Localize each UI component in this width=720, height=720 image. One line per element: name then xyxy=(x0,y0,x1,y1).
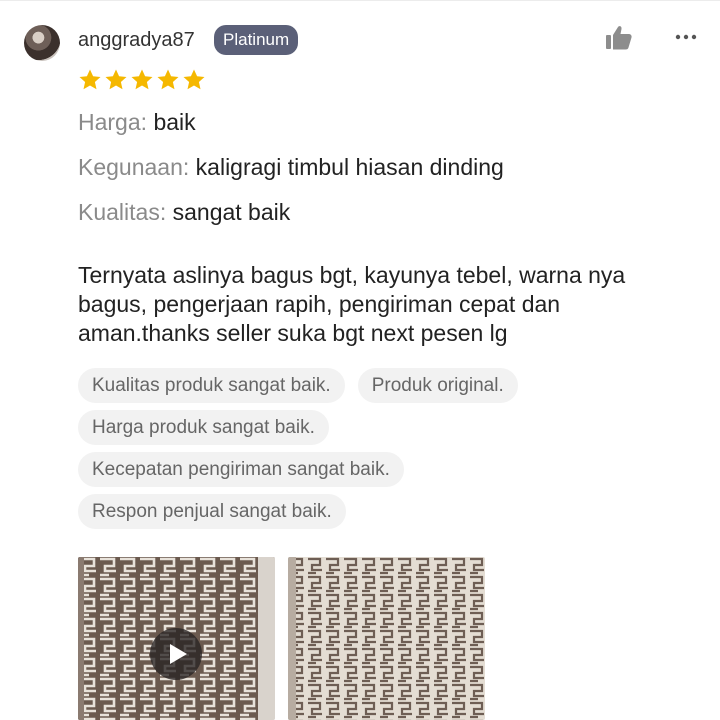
star-icon xyxy=(183,69,205,90)
more-dots-icon[interactable] xyxy=(673,24,699,50)
star-icon xyxy=(105,69,127,90)
star-icon xyxy=(79,69,101,90)
avatar[interactable] xyxy=(24,25,60,61)
attribute-label: Kualitas: xyxy=(78,199,167,225)
attribute-label: Harga: xyxy=(78,109,148,135)
top-divider xyxy=(0,0,720,1)
review-tag[interactable]: Respon penjual sangat baik. xyxy=(78,494,346,529)
review-tags: Kualitas produk sangat baik. Produk orig… xyxy=(78,368,638,536)
attribute-value: baik xyxy=(153,109,196,135)
review-tag[interactable]: Kualitas produk sangat baik. xyxy=(78,368,345,403)
star-icon xyxy=(157,69,179,90)
membership-badge: Platinum xyxy=(214,25,299,55)
play-icon[interactable] xyxy=(150,628,202,680)
review-tag[interactable]: Produk original. xyxy=(357,368,518,403)
attribute-value: kaligragi timbul hiasan dinding xyxy=(195,154,504,180)
attribute-label: Kegunaan: xyxy=(78,154,190,180)
review-text: Ternyata aslinya bagus bgt, kayunya tebe… xyxy=(78,262,626,346)
attribute-harga: Harga: baik xyxy=(78,108,196,136)
attribute-kegunaan: Kegunaan: kaligragi timbul hiasan dindin… xyxy=(78,153,504,181)
star-rating xyxy=(78,68,206,92)
star-icon xyxy=(131,69,153,90)
review-tag[interactable]: Kecepatan pengiriman sangat baik. xyxy=(78,452,404,487)
review-photo-thumbnail[interactable] xyxy=(288,557,485,720)
calligraphy-photo xyxy=(288,557,485,720)
review-video-thumbnail[interactable] xyxy=(78,557,275,720)
username[interactable]: anggradya87 xyxy=(78,28,195,52)
thumbs-up-icon[interactable] xyxy=(605,25,633,51)
attribute-kualitas: Kualitas: sangat baik xyxy=(78,198,290,226)
attribute-value: sangat baik xyxy=(172,199,291,225)
review-tag[interactable]: Harga produk sangat baik. xyxy=(78,410,329,445)
